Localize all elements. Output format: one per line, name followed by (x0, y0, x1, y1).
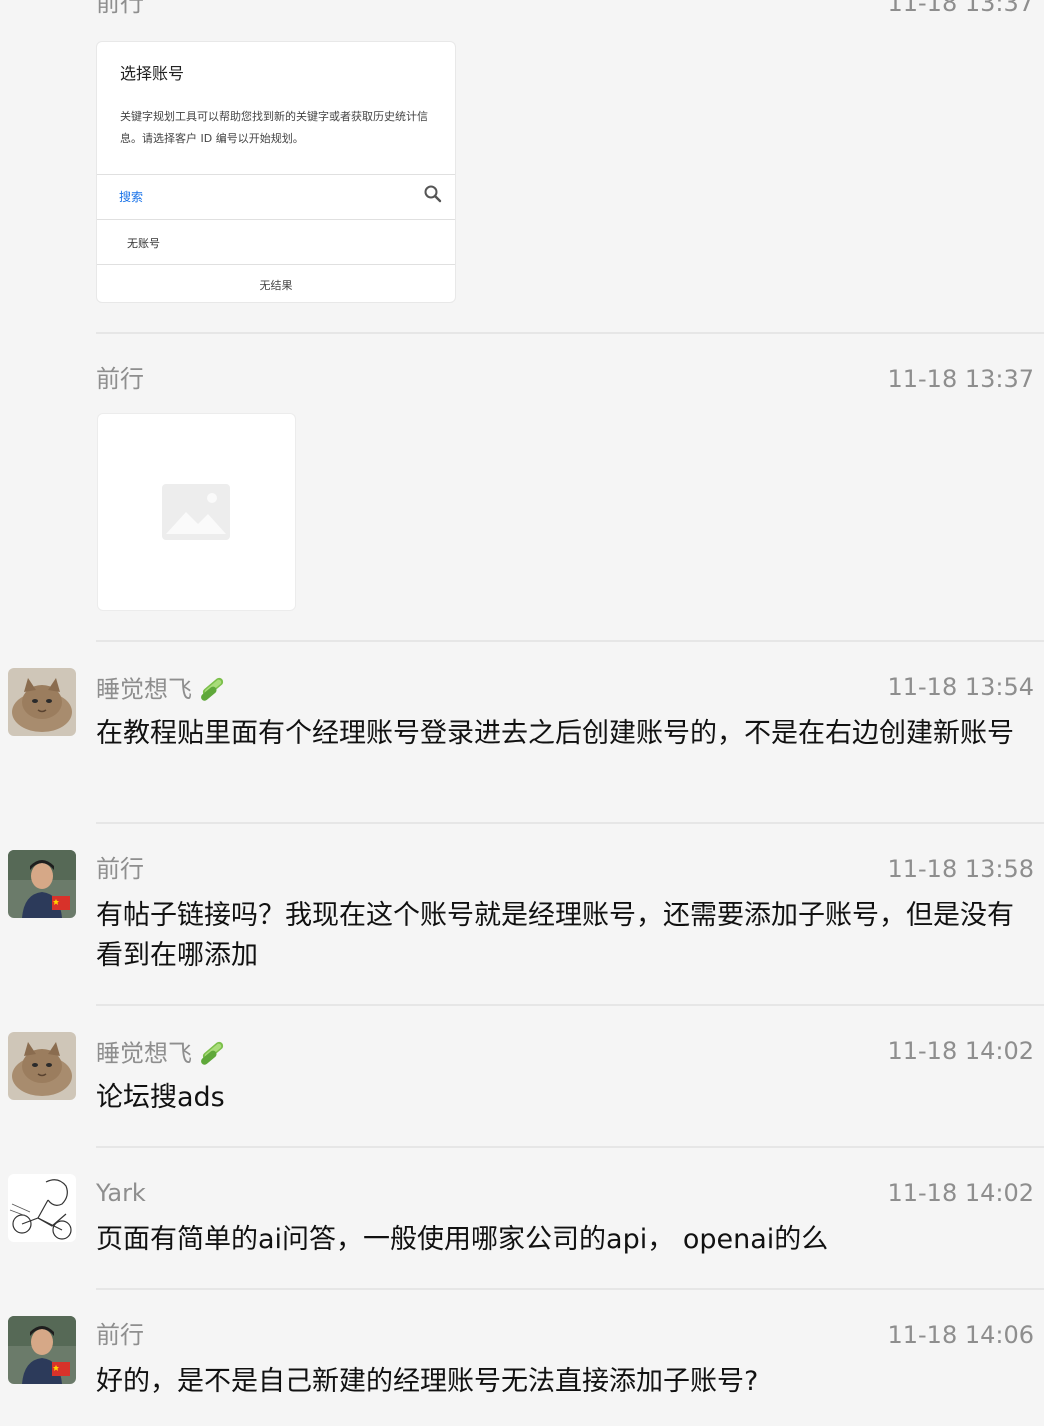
message-divider (96, 332, 1044, 334)
shared-screenshot-card[interactable]: 选择账号 关键字规划工具可以帮助您找到新的关键字或者获取历史统计信息。请选择客户… (96, 41, 456, 303)
person-avatar[interactable] (8, 1316, 76, 1384)
sender-name[interactable]: 前行 (96, 1320, 144, 1350)
sender-name[interactable]: 前行 (96, 364, 144, 394)
dialog-divider (97, 174, 455, 175)
message-time: 11-18 13:58 (887, 855, 1034, 883)
dialog-description: 关键字规划工具可以帮助您找到新的关键字或者获取历史统计信息。请选择客户 ID 编… (120, 110, 428, 145)
image-placeholder-icon (162, 484, 230, 540)
cucumber-emoji-icon (198, 1036, 228, 1073)
message-divider (96, 1288, 1044, 1290)
cat-avatar[interactable] (8, 668, 76, 736)
cat-avatar[interactable] (8, 1032, 76, 1100)
cucumber-emoji-icon (198, 672, 228, 709)
message-text: 好的，是不是自己新建的经理账号无法直接添加子账号? (96, 1366, 759, 1397)
person-avatar[interactable] (8, 850, 76, 918)
sender-name-text: 睡觉想飞 (96, 1039, 192, 1068)
message-divider (96, 1004, 1044, 1006)
message-time: 11-18 14:02 (887, 1037, 1034, 1065)
dialog-search-input: 搜索 (119, 190, 144, 204)
sender-name[interactable]: Yark (96, 1178, 146, 1208)
image-attachment[interactable] (97, 413, 296, 611)
sender-name[interactable]: 前行 (96, 0, 144, 18)
message-text: 页面有简单的ai问答，一般使用哪家公司的api， openai的么 (96, 1224, 829, 1255)
message-text: 论坛搜ads (96, 1082, 225, 1113)
dialog-divider (97, 264, 455, 265)
message-time: 11-18 14:06 (887, 1321, 1034, 1349)
message-divider (96, 822, 1044, 824)
message-time: 11-18 13:54 (887, 673, 1034, 701)
dialog-account-item: 无账号 (127, 237, 160, 250)
message-divider (96, 1146, 1044, 1148)
dialog-empty-text: 无结果 (259, 279, 293, 292)
sender-name-text: 睡觉想飞 (96, 675, 192, 704)
search-icon (423, 184, 443, 208)
sketch-avatar[interactable] (8, 1174, 76, 1242)
dialog-divider (97, 219, 455, 220)
message-time: 11-18 13:37 (887, 365, 1034, 393)
message-time: 11-18 13:37 (887, 0, 1034, 17)
message-divider (96, 640, 1044, 642)
sender-name[interactable]: 前行 (96, 854, 144, 884)
message-text: 有帖子链接吗？我现在这个账号就是经理账号，还需要添加子账号，但是没有看到在哪添加 (96, 900, 1014, 971)
message-text: 在教程贴里面有个经理账号登录进去之后创建账号的，不是在右边创建新账号 (96, 718, 1014, 749)
sender-name[interactable]: 睡觉想飞 (96, 1036, 228, 1073)
sender-name[interactable]: 睡觉想飞 (96, 672, 228, 709)
message-time: 11-18 14:02 (887, 1179, 1034, 1207)
dialog-title: 选择账号 (120, 64, 185, 83)
